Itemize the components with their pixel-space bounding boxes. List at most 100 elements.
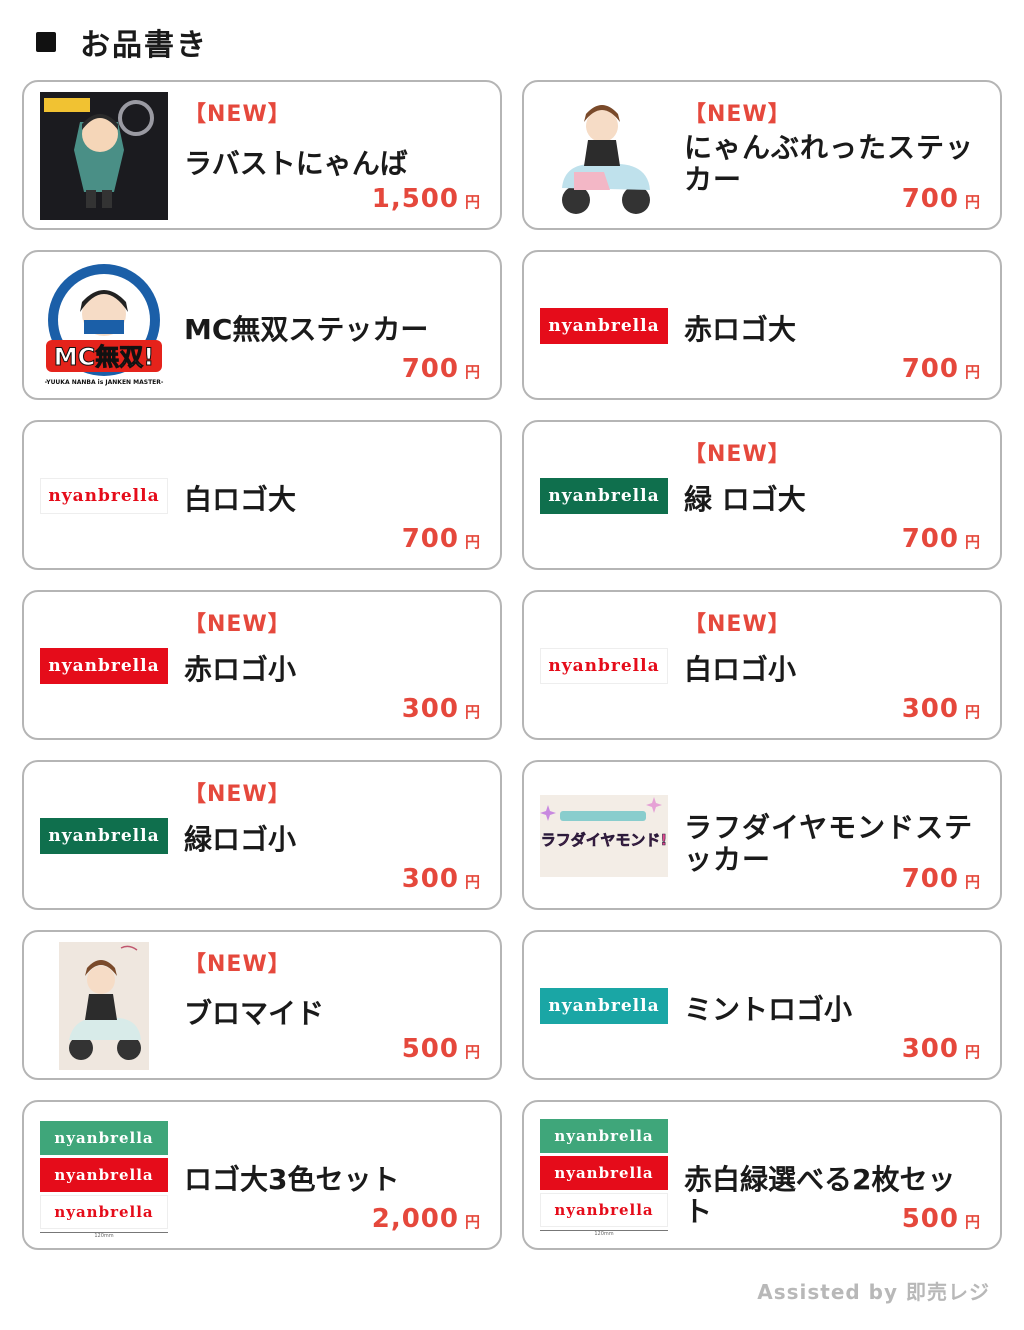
product-card[interactable]: MC無双! -YUUKA NANBA is JANKEN MASTER- MC無… xyxy=(22,250,502,400)
price-value: 700 xyxy=(901,184,959,214)
size-ruler: 120mm xyxy=(540,1229,668,1238)
currency-label: 円 xyxy=(964,1043,980,1061)
product-name: ブロマイド xyxy=(184,997,325,1030)
currency-label: 円 xyxy=(464,703,480,721)
currency-label: 円 xyxy=(464,1043,480,1061)
thumb-title: ラフダイヤモンド! xyxy=(541,831,667,849)
product-price: 300 円 xyxy=(402,694,480,724)
product-card[interactable]: nyanbrella 赤ロゴ大 700 円 xyxy=(522,250,1002,400)
new-badge: 【NEW】 xyxy=(684,442,791,467)
currency-label: 円 xyxy=(464,873,480,891)
currency-label: 円 xyxy=(964,703,980,721)
product-image: nyanbrella nyanbrella nyanbrella 120mm xyxy=(538,1114,670,1242)
product-name: 白ロゴ大 xyxy=(184,483,297,516)
currency-label: 円 xyxy=(464,193,480,211)
price-value: 700 xyxy=(901,354,959,384)
product-name: 赤ロゴ大 xyxy=(684,313,797,346)
nyanbrella-logo: nyanbrella xyxy=(40,478,168,514)
product-name: 緑 ロゴ大 xyxy=(684,483,806,516)
product-name: ロゴ大3色セット xyxy=(184,1163,400,1196)
nyanbrella-logo: nyanbrella xyxy=(540,308,668,344)
new-badge xyxy=(184,1116,480,1144)
price-value: 500 xyxy=(901,1204,959,1234)
product-price: 300 円 xyxy=(902,1034,980,1064)
product-price: 700 円 xyxy=(902,864,980,894)
new-badge xyxy=(684,1116,980,1144)
currency-label: 円 xyxy=(964,1213,980,1231)
product-card[interactable]: nyanbrella nyanbrella nyanbrella 120mm 赤… xyxy=(522,1100,1002,1250)
product-image: nyanbrella xyxy=(38,602,170,730)
product-grid: 【NEW】 ラバストにゃんば 1,500 円 【NEW】 にゃんぶれったステッカ… xyxy=(22,80,1002,1250)
product-price: 700 円 xyxy=(902,184,980,214)
price-value: 500 xyxy=(401,1034,459,1064)
product-card[interactable]: 【NEW】 ブロマイド 500 円 xyxy=(22,930,502,1080)
product-price: 500 円 xyxy=(902,1204,980,1234)
new-badge xyxy=(184,436,480,464)
product-card[interactable]: ラフダイヤモンド! ラフダイヤモンドステッカー 700 円 xyxy=(522,760,1002,910)
product-image: nyanbrella xyxy=(538,262,670,390)
product-image xyxy=(38,942,170,1070)
nyanbrella-logo: nyanbrella xyxy=(40,1157,168,1192)
price-value: 700 xyxy=(901,864,959,894)
product-card[interactable]: nyanbrella 【NEW】 緑 ロゴ大 700 円 xyxy=(522,420,1002,570)
nyanbrella-logo: nyanbrella xyxy=(40,818,168,854)
product-card[interactable]: nyanbrella 白ロゴ大 700 円 xyxy=(22,420,502,570)
price-value: 2,000 xyxy=(371,1204,459,1234)
product-card[interactable]: nyanbrella 【NEW】 白ロゴ小 300 円 xyxy=(522,590,1002,740)
nyanbrella-logo: nyanbrella xyxy=(540,1192,668,1227)
product-price: 300 円 xyxy=(902,694,980,724)
price-value: 300 xyxy=(901,1034,959,1064)
product-name: MC無双ステッカー xyxy=(184,313,429,346)
product-card[interactable]: 【NEW】 にゃんぶれったステッカー 700 円 xyxy=(522,80,1002,230)
nyanbrella-logo: nyanbrella xyxy=(540,988,668,1024)
product-image xyxy=(38,92,170,220)
new-badge xyxy=(684,946,980,974)
rubber-strap-photo xyxy=(40,92,168,220)
nyanbrella-logo: nyanbrella xyxy=(40,1120,168,1155)
product-card[interactable]: nyanbrella nyanbrella nyanbrella 120mm ロ… xyxy=(22,1100,502,1250)
currency-label: 円 xyxy=(464,363,480,381)
nyanbrella-logo: nyanbrella xyxy=(40,648,168,684)
nyanbrella-logo: nyanbrella xyxy=(40,1194,168,1229)
currency-label: 円 xyxy=(964,193,980,211)
rough-diamond-sticker: ラフダイヤモンド! xyxy=(540,795,668,877)
scooter-girl-illustration xyxy=(562,105,650,214)
product-card[interactable]: nyanbrella ミントロゴ小 300 円 xyxy=(522,930,1002,1080)
product-image: nyanbrella nyanbrella nyanbrella 120mm xyxy=(38,1116,170,1244)
product-card[interactable]: nyanbrella 【NEW】 緑ロゴ小 300 円 xyxy=(22,760,502,910)
size-ruler: 120mm xyxy=(40,1231,168,1240)
price-value: 300 xyxy=(901,694,959,724)
price-value: 300 xyxy=(401,694,459,724)
new-badge: 【NEW】 xyxy=(684,612,791,637)
product-image: nyanbrella xyxy=(38,432,170,560)
product-price: 500 円 xyxy=(402,1034,480,1064)
product-name: ミントロゴ小 xyxy=(684,993,853,1026)
new-badge: 【NEW】 xyxy=(184,102,291,127)
new-badge xyxy=(684,776,980,804)
product-price: 700 円 xyxy=(402,524,480,554)
product-price: 700 円 xyxy=(902,524,980,554)
product-card[interactable]: 【NEW】 ラバストにゃんば 1,500 円 xyxy=(22,80,502,230)
new-badge: 【NEW】 xyxy=(684,102,791,127)
page-title: お品書き xyxy=(80,28,208,63)
currency-label: 円 xyxy=(964,363,980,381)
nyanbrella-logo: nyanbrella xyxy=(540,1118,668,1153)
product-name: ラバストにゃんば xyxy=(184,147,408,180)
product-price: 700 円 xyxy=(902,354,980,384)
product-image: nyanbrella xyxy=(38,772,170,900)
page-header: お品書き xyxy=(36,22,208,63)
square-bullet-icon xyxy=(36,32,56,52)
price-value: 700 xyxy=(401,354,459,384)
product-price: 300 円 xyxy=(402,864,480,894)
product-card[interactable]: nyanbrella 【NEW】 赤ロゴ小 300 円 xyxy=(22,590,502,740)
currency-label: 円 xyxy=(464,533,480,551)
nyanbrella-logo: nyanbrella xyxy=(540,648,668,684)
product-image: nyanbrella xyxy=(538,942,670,1070)
new-badge: 【NEW】 xyxy=(184,612,291,637)
price-value: 300 xyxy=(401,864,459,894)
currency-label: 円 xyxy=(964,873,980,891)
new-badge: 【NEW】 xyxy=(184,952,291,977)
mc-musou-sticker-emblem: MC無双! -YUUKA NANBA is JANKEN MASTER- xyxy=(45,264,164,386)
thumb-caption: -YUUKA NANBA is JANKEN MASTER- xyxy=(45,379,164,386)
product-name: 赤ロゴ小 xyxy=(184,653,297,686)
